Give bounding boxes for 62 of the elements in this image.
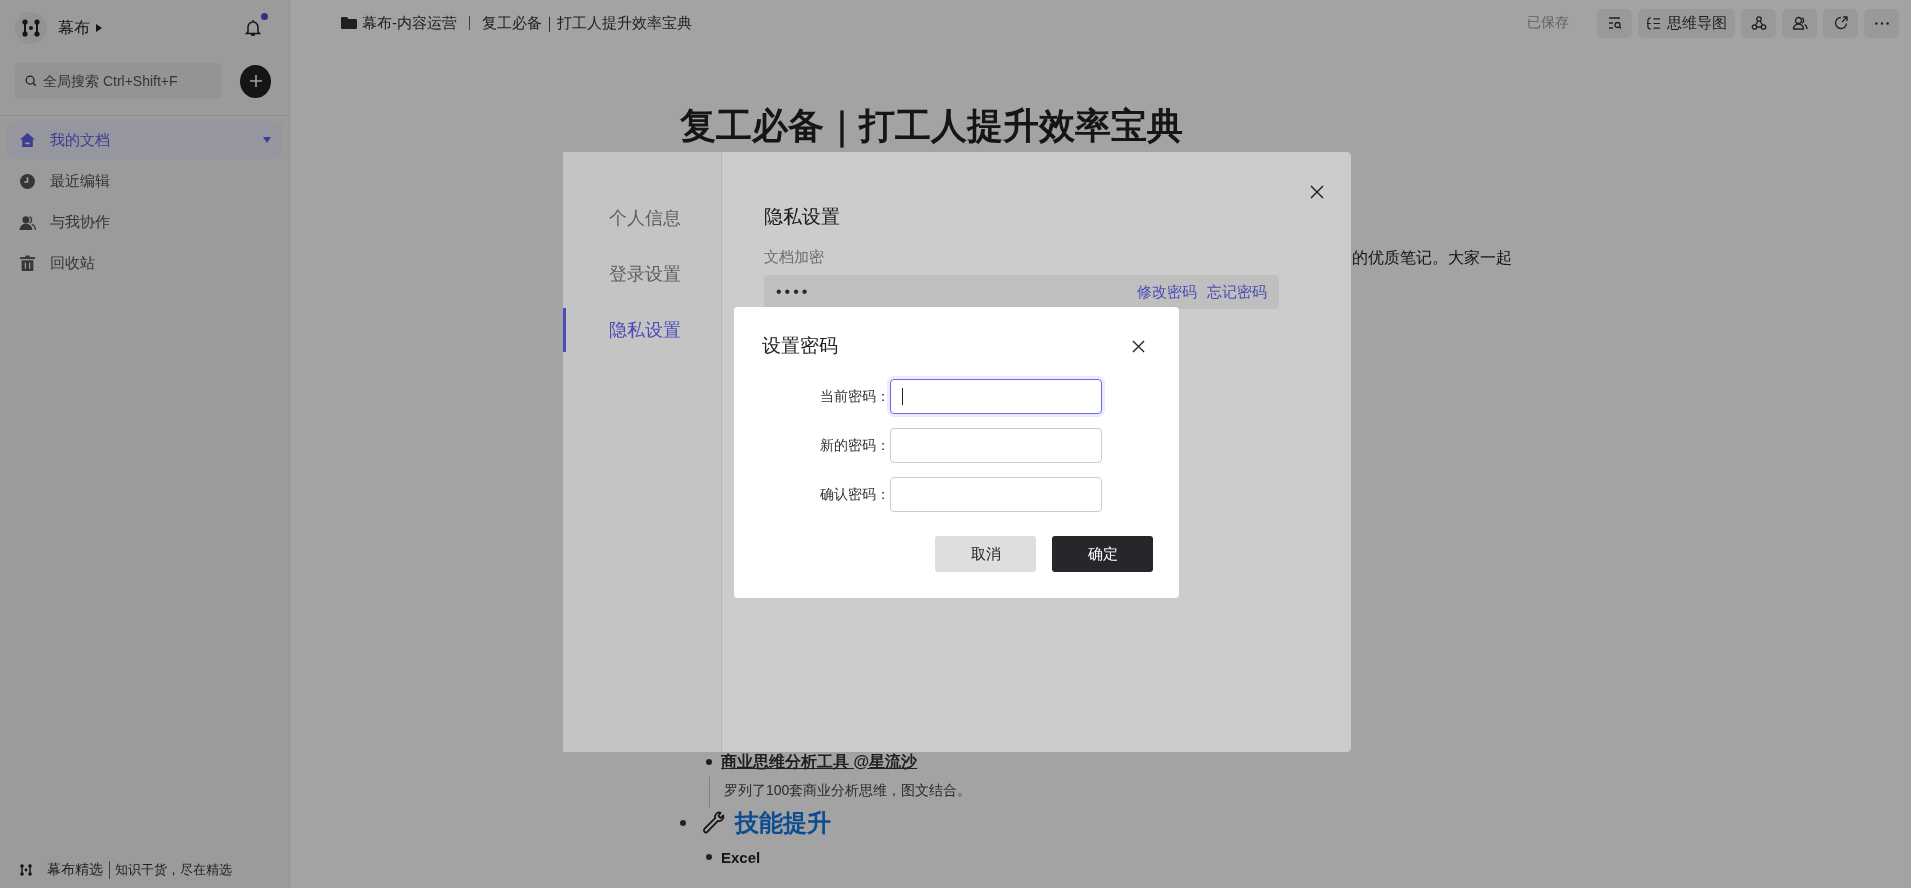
people-icon — [1791, 15, 1808, 31]
bullet-icon[interactable] — [706, 854, 712, 860]
field-label: 确认密码： — [819, 485, 890, 504]
breadcrumb-item[interactable]: 幕布-内容运营 — [362, 13, 457, 33]
plus-icon — [247, 73, 264, 89]
people-icon — [19, 213, 36, 231]
password-field[interactable] — [890, 428, 1102, 463]
caret-icon — [96, 24, 102, 32]
bullet-icon[interactable] — [706, 759, 712, 765]
section-title: 隐私设置 — [764, 205, 841, 229]
password-field[interactable] — [890, 477, 1102, 512]
outline-item: Excel — [721, 848, 761, 866]
footer-brand[interactable]: 幕布精选 — [47, 861, 103, 879]
save-status: 已保存 — [1527, 14, 1569, 32]
masked-password: •••• — [776, 283, 811, 301]
sidebar-item[interactable]: 回收站 — [7, 244, 282, 282]
export-button[interactable] — [1823, 8, 1858, 38]
bullet-icon[interactable] — [680, 820, 686, 826]
password-field[interactable] — [890, 379, 1102, 414]
caret-icon[interactable] — [263, 137, 271, 143]
more-icon — [1874, 21, 1889, 25]
cancel-button[interactable]: 取消 — [935, 536, 1036, 572]
share-button[interactable] — [1741, 8, 1776, 38]
list-search-icon — [1606, 15, 1623, 31]
collaborate-button[interactable] — [1782, 8, 1817, 38]
search-field[interactable]: 全局搜索 Ctrl+Shift+F — [15, 63, 222, 99]
paragraph-text: 的优质笔记。大家一起 — [1352, 249, 1512, 266]
logo-icon — [18, 862, 34, 878]
sidebar-item[interactable]: 我的文档 — [7, 121, 282, 159]
footer-slogan: 知识干货，尽在精选 — [109, 861, 232, 879]
breadcrumb-item[interactable]: 复工必备｜打工人提升效率宝典 — [482, 13, 692, 33]
logo-icon[interactable] — [15, 12, 47, 44]
home-icon — [19, 131, 36, 149]
sidebar-item[interactable]: 最近编辑 — [7, 162, 282, 200]
outline-icon — [1646, 15, 1661, 31]
sidebar-item[interactable]: 与我协作 — [7, 203, 282, 241]
folder-icon — [341, 16, 357, 30]
nodes-icon — [1750, 15, 1767, 31]
field-label: 新的密码： — [819, 436, 890, 455]
outline-link[interactable]: 商业思维分析工具 @星流沙 — [721, 751, 918, 773]
outline-note: 罗列了100套商业分析思维，图文结合。 — [709, 777, 1911, 808]
field-label: 当前密码： — [819, 387, 890, 406]
bell-icon[interactable] — [243, 18, 263, 38]
text-link[interactable]: 修改密码 — [1137, 282, 1197, 302]
settings-tab[interactable]: 个人信息 — [563, 196, 721, 240]
export-icon — [1832, 15, 1849, 31]
trash-icon — [19, 254, 36, 272]
dialog-title: 设置密码 — [762, 334, 838, 358]
settings-tab[interactable]: 登录设置 — [563, 252, 721, 296]
wrench-icon — [700, 810, 726, 836]
add-button[interactable] — [240, 64, 271, 98]
mindmap-button[interactable]: 思维导图 — [1638, 8, 1735, 38]
outline-heading: 技能提升 — [735, 808, 831, 838]
text-link[interactable]: 忘记密码 — [1207, 282, 1267, 302]
clock-icon — [19, 172, 36, 190]
workspace-switcher[interactable]: 幕布 — [58, 17, 102, 39]
settings-tab[interactable]: 隐私设置 — [563, 308, 721, 352]
field-label: 文档加密 — [764, 248, 825, 267]
confirm-button[interactable]: 确定 — [1052, 536, 1153, 572]
outline-search-button[interactable] — [1597, 8, 1632, 38]
document-title: 复工必备｜打工人提升效率宝典 — [680, 104, 1184, 148]
text-cursor — [902, 388, 903, 405]
